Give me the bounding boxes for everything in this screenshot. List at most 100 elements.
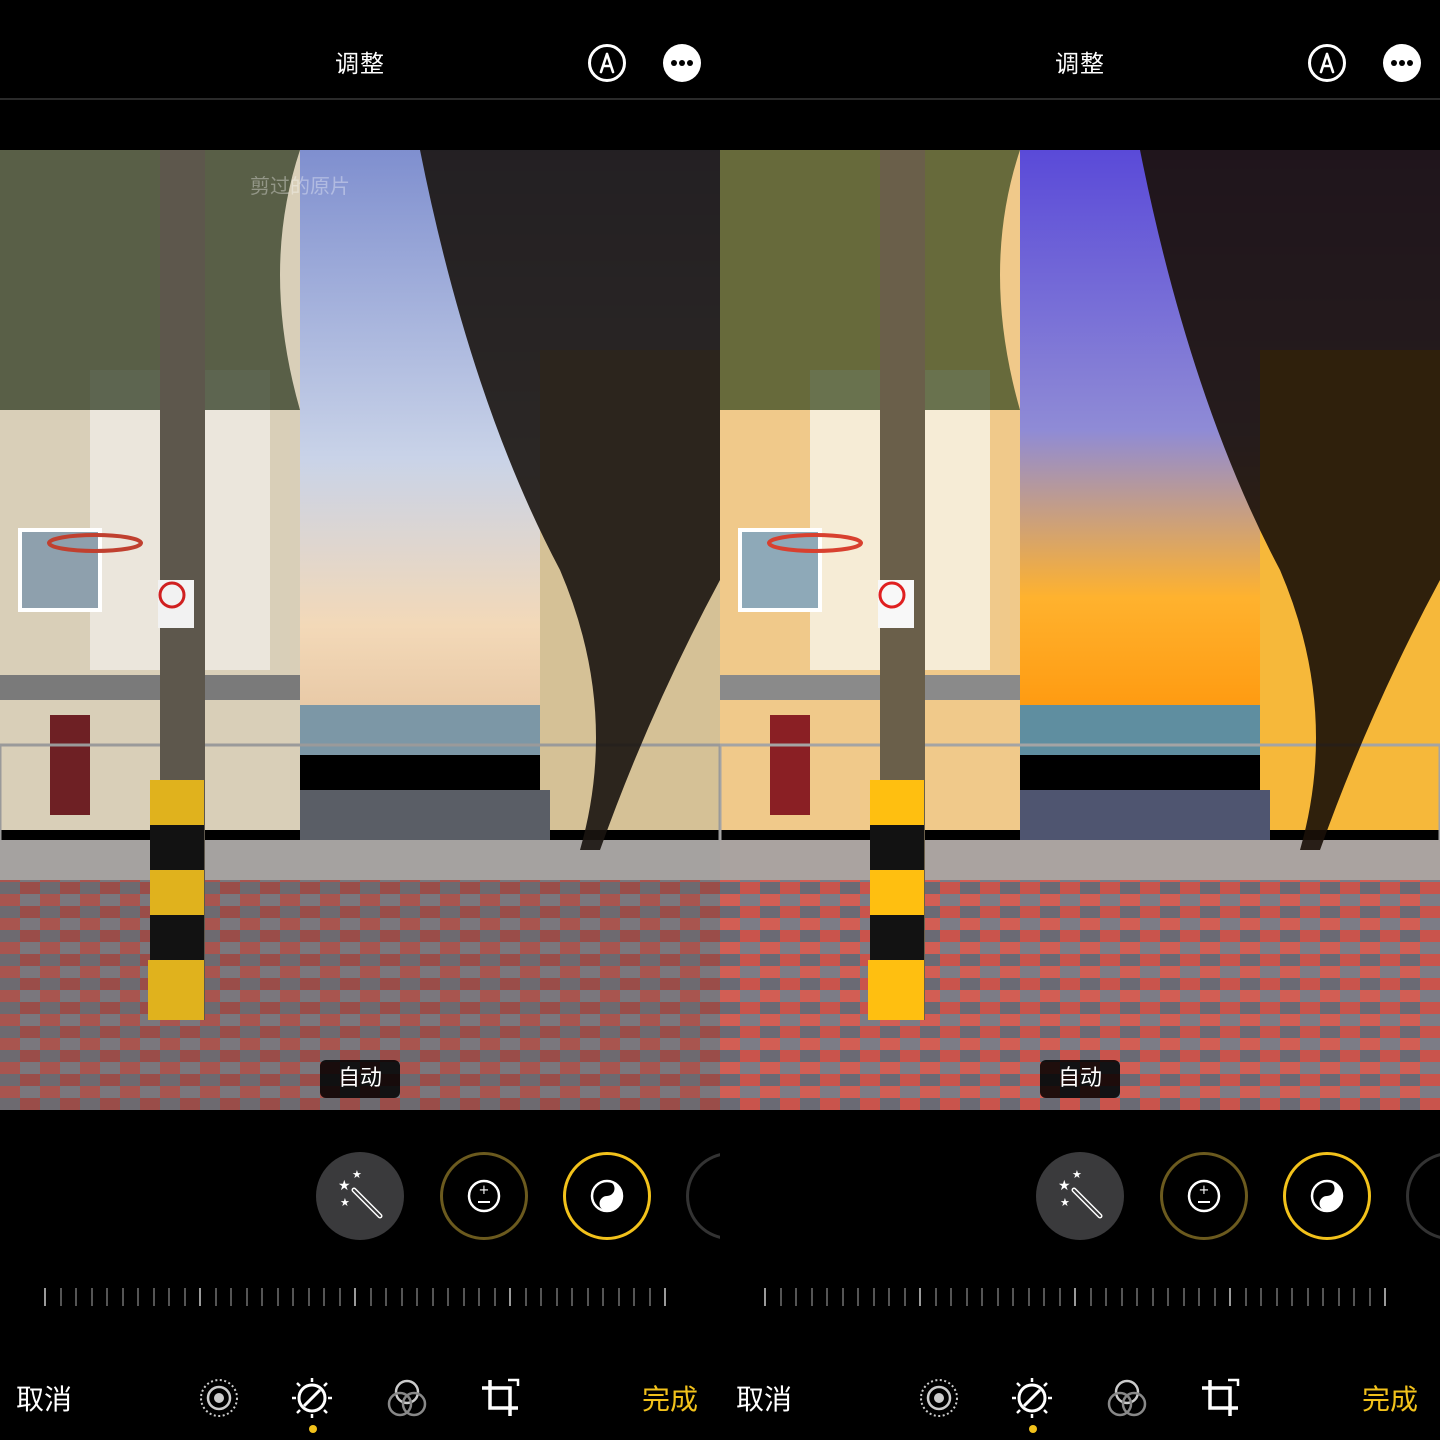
slider-tick [261, 1288, 263, 1306]
slider-tick [810, 1288, 813, 1306]
exposure-button[interactable]: + [440, 1152, 528, 1240]
slider-tick [416, 1288, 418, 1306]
slider-tick [90, 1288, 93, 1306]
cancel-button[interactable]: 取消 [736, 1378, 792, 1418]
markup-icon [1319, 52, 1335, 74]
tab-crop[interactable] [478, 1376, 522, 1420]
svg-text:★: ★ [352, 1168, 362, 1181]
exposure-icon: + [1187, 1179, 1221, 1213]
slider-tick [75, 1288, 77, 1306]
slider-tick [857, 1288, 859, 1306]
slider-tick [462, 1288, 465, 1306]
more-button[interactable] [663, 44, 701, 82]
slider-tick [369, 1288, 372, 1306]
slider-tick [1384, 1288, 1386, 1306]
cancel-button[interactable]: 取消 [16, 1378, 72, 1418]
more-icon [671, 60, 693, 66]
slider-tick [292, 1288, 294, 1306]
slider-tick [230, 1288, 232, 1306]
slider-tick [571, 1288, 573, 1306]
svg-text:★: ★ [1058, 1178, 1071, 1194]
slider-tick [764, 1288, 766, 1306]
slider-tick [540, 1288, 542, 1306]
slider-tick [602, 1288, 604, 1306]
photo-original[interactable]: 剪过的原片 [0, 150, 720, 1110]
tab-adjust[interactable] [290, 1376, 334, 1420]
slider-tick [1058, 1288, 1061, 1306]
slider-tick [245, 1288, 248, 1306]
slider-tick [826, 1288, 828, 1306]
slider-tick [1229, 1288, 1231, 1306]
slider-tick [555, 1288, 558, 1306]
adjust-slider[interactable] [764, 1288, 1400, 1308]
slider-tick [400, 1288, 403, 1306]
slider-tick [965, 1288, 968, 1306]
svg-text:★: ★ [1072, 1168, 1082, 1181]
slider-tick [1151, 1288, 1154, 1306]
slider-tick [199, 1288, 201, 1306]
slider-tick [648, 1288, 651, 1306]
edit-header: 调整 [720, 0, 1440, 100]
crop-icon [1202, 1378, 1240, 1416]
magic-wand-icon: ★ ★ ★ [1058, 1168, 1103, 1219]
slider-tick [996, 1288, 999, 1306]
markup-icon [599, 52, 615, 74]
panel-edited: 调整 自动 ★ ★ ★ + 取消 完成 [720, 0, 1440, 1440]
slider-tick [1105, 1288, 1107, 1306]
tab-filters[interactable] [385, 1376, 429, 1420]
slider-tick [1043, 1288, 1045, 1306]
tab-adjust[interactable] [1010, 1376, 1054, 1420]
done-button[interactable]: 完成 [642, 1378, 698, 1418]
slider-tick [168, 1288, 170, 1306]
slider-tick [934, 1288, 937, 1306]
slider-tick [1368, 1288, 1371, 1306]
more-button[interactable] [1383, 44, 1421, 82]
slider-tick [1275, 1288, 1278, 1306]
filters-icon [387, 1379, 427, 1417]
live-photo-icon [920, 1379, 958, 1417]
brilliance-button[interactable] [1283, 1152, 1371, 1240]
exposure-icon: + [467, 1179, 501, 1213]
tab-crop[interactable] [1198, 1376, 1242, 1420]
tab-live-photo[interactable] [197, 1376, 241, 1420]
next-tool-button[interactable] [1406, 1152, 1440, 1240]
tab-filters[interactable] [1105, 1376, 1149, 1420]
photo-edited[interactable] [720, 150, 1440, 1110]
next-tool-button[interactable] [686, 1152, 720, 1240]
slider-tick [1136, 1288, 1138, 1306]
slider-tick [1074, 1288, 1076, 1306]
slider-tick [137, 1288, 139, 1306]
auto-enhance-button[interactable]: ★ ★ ★ [316, 1152, 404, 1240]
done-button[interactable]: 完成 [1362, 1378, 1418, 1418]
svg-text:★: ★ [1060, 1196, 1070, 1209]
photo-scene [0, 150, 720, 1110]
slider-tick [903, 1288, 906, 1306]
active-tab-indicator [1029, 1425, 1037, 1433]
auto-enhance-button[interactable]: ★ ★ ★ [1036, 1152, 1124, 1240]
slider-tick [1012, 1288, 1014, 1306]
slider-tick [1198, 1288, 1200, 1306]
slider-tick [214, 1288, 217, 1306]
slider-tick [1337, 1288, 1340, 1306]
slider-tick [950, 1288, 952, 1306]
markup-button[interactable] [1308, 44, 1346, 82]
brilliance-button[interactable] [563, 1152, 651, 1240]
slider-tick [338, 1288, 341, 1306]
filters-icon [1107, 1379, 1147, 1417]
svg-text:★: ★ [338, 1178, 351, 1194]
auto-badge: 自动 [320, 1060, 400, 1098]
slider-tick [524, 1288, 527, 1306]
adjust-icon [1012, 1378, 1052, 1418]
slider-tick [59, 1288, 62, 1306]
slider-tick [1089, 1288, 1092, 1306]
exposure-button[interactable]: + [1160, 1152, 1248, 1240]
adjust-slider[interactable] [44, 1288, 680, 1308]
overlay-caption: 剪过的原片 [250, 174, 350, 198]
markup-button[interactable] [588, 44, 626, 82]
panel-original: 调整 剪过的原片 自动 ★ ★ ★ + 取消 完成 [0, 0, 720, 1440]
tab-live-photo[interactable] [917, 1376, 961, 1420]
slider-tick [1182, 1288, 1185, 1306]
slider-tick [276, 1288, 279, 1306]
slider-tick [1291, 1288, 1293, 1306]
slider-tick [385, 1288, 387, 1306]
